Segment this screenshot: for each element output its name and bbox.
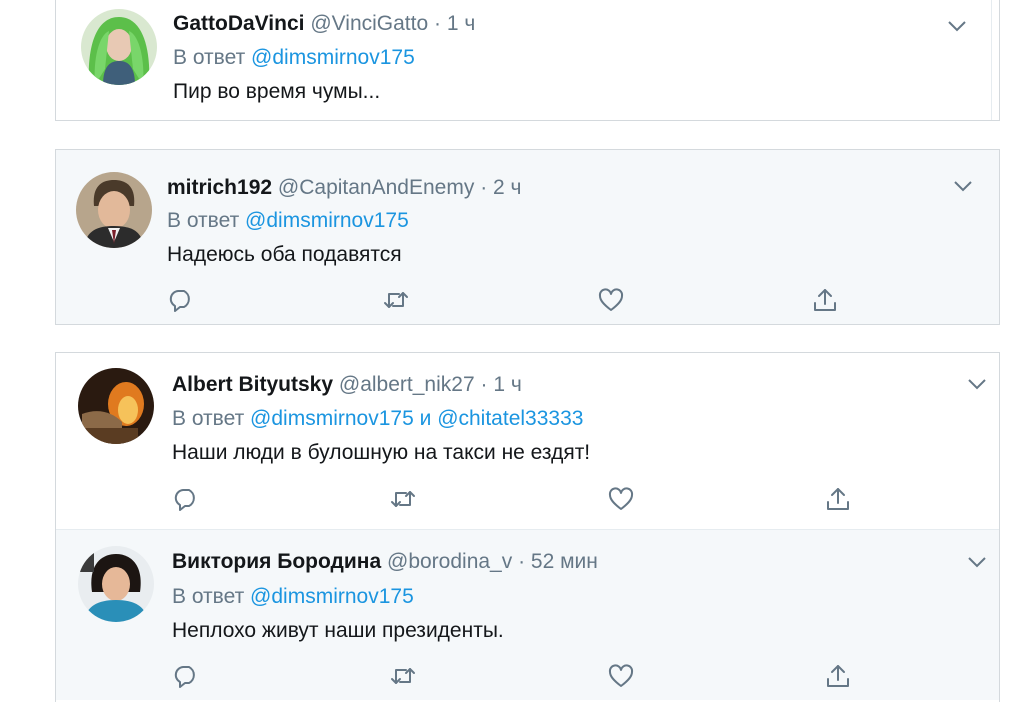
like-icon[interactable] [607, 662, 635, 690]
author-name[interactable]: Albert Bityutsky [172, 373, 333, 396]
separator-dot: · [480, 176, 488, 199]
chevron-down-icon[interactable] [946, 19, 968, 33]
avatar[interactable] [76, 172, 152, 248]
tweet-text: Пир во время чумы... [173, 80, 381, 103]
author-handle[interactable]: @borodina_v [387, 550, 512, 573]
retweet-icon[interactable] [389, 662, 417, 690]
author-name[interactable]: Виктория Бородина [172, 550, 381, 573]
share-icon[interactable] [824, 485, 852, 513]
author-name[interactable]: mitrich192 [167, 176, 272, 199]
separator-dot: · [518, 550, 526, 573]
tweet-conversation: Albert Bityutsky @albert_nik27 · 1 ч В о… [55, 352, 1000, 702]
share-icon[interactable] [824, 662, 852, 690]
tweet-card-borodina[interactable]: Виктория Бородина @borodina_v · 52 мин В… [56, 530, 999, 700]
author-name[interactable]: GattoDaVinci [173, 12, 304, 35]
reply-label: В ответ [167, 209, 240, 232]
mention-link[interactable]: @dimsmirnov175 [250, 585, 414, 608]
reply-icon[interactable] [167, 286, 195, 314]
like-icon[interactable] [597, 286, 625, 314]
mention-link[interactable]: @dimsmirnov175 [245, 209, 409, 232]
timestamp[interactable]: 1 ч [493, 373, 521, 396]
tweet-text: Наши люди в булошную на такси не ездят! [172, 441, 591, 464]
reply-label: В ответ [173, 46, 246, 69]
separator-dot: · [434, 12, 441, 35]
reply-icon[interactable] [172, 485, 200, 513]
author-handle[interactable]: @albert_nik27 [339, 373, 475, 396]
like-icon[interactable] [607, 485, 635, 513]
reply-label: В ответ [172, 585, 245, 608]
mention-link[interactable]: @dimsmirnov175 [251, 46, 415, 69]
separator-dot: · [480, 373, 488, 396]
tweet-text: Надеюсь оба подавятся [167, 243, 402, 266]
timestamp[interactable]: 52 мин [531, 550, 598, 573]
chevron-down-icon[interactable] [952, 179, 974, 193]
tweet-card-gattodavinci[interactable]: GattoDaVinci @VinciGatto · 1 ч В ответ @… [55, 0, 1000, 121]
share-icon[interactable] [811, 286, 839, 314]
tweet-card-albert-bityutsky[interactable]: Albert Bityutsky @albert_nik27 · 1 ч В о… [56, 353, 999, 529]
timestamp[interactable]: 1 ч [447, 12, 475, 35]
timestamp[interactable]: 2 ч [493, 176, 521, 199]
retweet-icon[interactable] [382, 286, 410, 314]
mention-link[interactable]: @dimsmirnov175 [250, 407, 414, 430]
chevron-down-icon[interactable] [966, 555, 988, 569]
chevron-down-icon[interactable] [966, 377, 988, 391]
author-handle[interactable]: @CapitanAndEnemy [278, 176, 474, 199]
author-handle[interactable]: @VinciGatto [310, 12, 428, 35]
avatar[interactable] [78, 546, 154, 622]
mention-joiner: и [419, 407, 432, 430]
mention-link[interactable]: @chitatel33333 [437, 407, 583, 430]
tweet-text: Неплохо живут наши президенты. [172, 619, 504, 642]
tweet-card-mitrich192[interactable]: mitrich192 @CapitanAndEnemy · 2 ч В отве… [55, 149, 1000, 325]
retweet-icon[interactable] [389, 485, 417, 513]
reply-icon[interactable] [172, 662, 200, 690]
reply-label: В ответ [172, 407, 245, 430]
avatar[interactable] [78, 368, 154, 444]
avatar[interactable] [81, 9, 157, 85]
